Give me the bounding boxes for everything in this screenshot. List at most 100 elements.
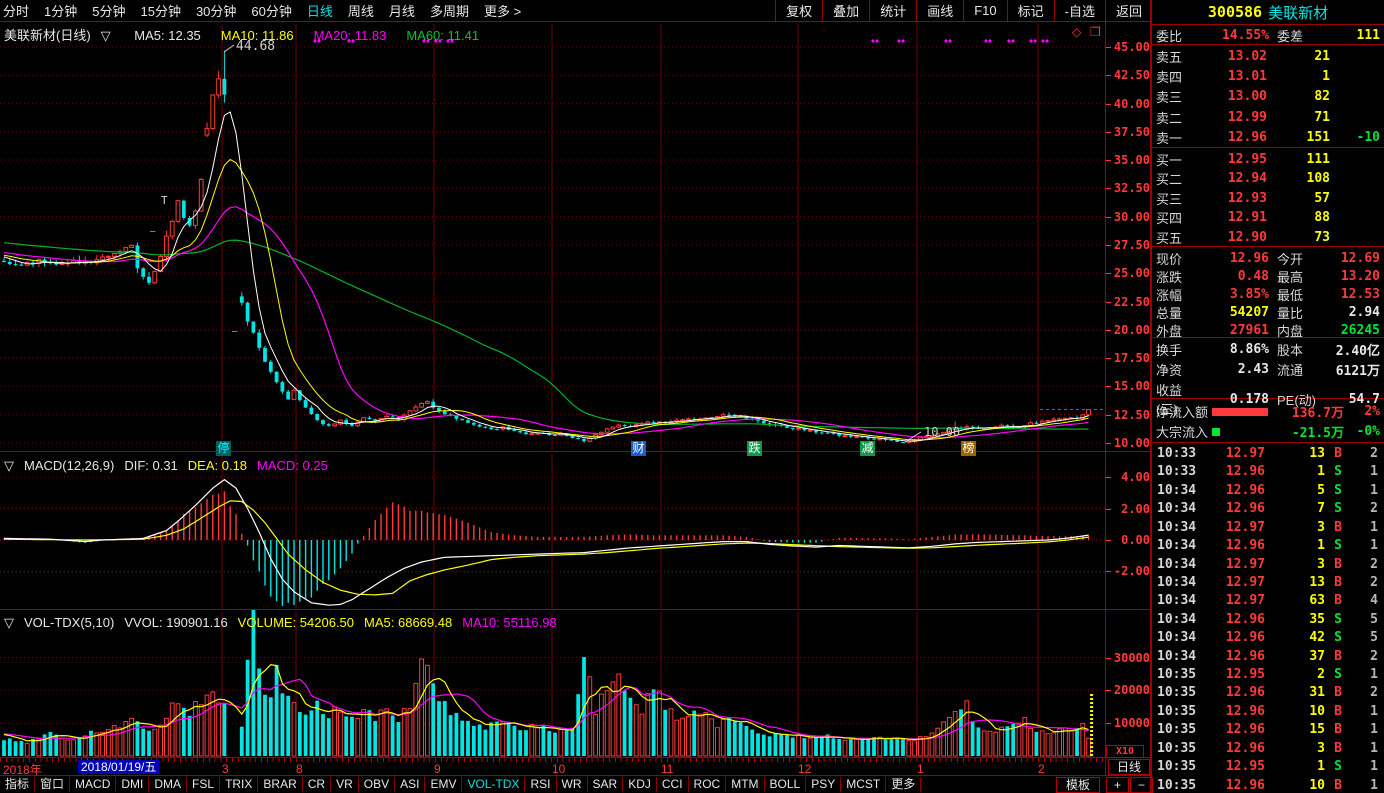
collapse-icon[interactable]: ▽ — [4, 615, 14, 630]
indicator-tab-ASI[interactable]: ASI — [395, 777, 425, 792]
toolbar-button-画线[interactable]: 画线 — [916, 0, 963, 21]
indicator-tab-SAR[interactable]: SAR — [588, 777, 624, 792]
indicator-tab-更多[interactable]: 更多 — [886, 777, 921, 792]
selected-date-box[interactable]: 2018/01/19/五 — [78, 760, 159, 774]
toolbar-button-复权[interactable]: 复权 — [775, 0, 822, 21]
chart-title: 美联新材(日线) — [4, 28, 91, 43]
indicator-tab-FSL[interactable]: FSL — [187, 777, 220, 792]
event-marker[interactable]: 停 — [216, 441, 231, 456]
axis-label: 37.50 — [1106, 125, 1150, 139]
toolbar-button-返回[interactable]: 返回 — [1105, 0, 1152, 21]
inflow-bar — [1212, 408, 1268, 416]
period-tab-更多 >[interactable]: 更多 > — [484, 1, 521, 20]
date-axis: 2018年 2018/01/19/五 38910111212 — [0, 758, 1152, 775]
event-marker[interactable]: 减 — [860, 441, 875, 456]
indicator-tabbar: 指标窗口MACDDMIDMAFSLTRIXBRARCRVROBVASIEMVVO… — [0, 776, 1105, 793]
indicator-value: MA10: 55116.98 — [462, 615, 556, 630]
period-box[interactable]: 日线 — [1108, 759, 1150, 775]
main-candle-chart[interactable]: 44.6810.00T—— — [0, 22, 1152, 451]
info-row: 涨跌0.48最高13.20 — [1152, 267, 1384, 286]
indicator-tab-VR[interactable]: VR — [331, 777, 359, 792]
indicator-value: VOL-TDX(5,10) — [24, 615, 114, 630]
tick-row: 10:3512.9610B1 — [1152, 778, 1384, 793]
ma-value: MA60: 11.41 — [406, 28, 479, 43]
volume-header: ▽VOL-TDX(5,10)VVOL: 190901.16VOLUME: 542… — [4, 615, 567, 631]
fundamental-info: 换手8.86%股本2.40亿净资2.43流通6121万收益(三)0.178PE(… — [1152, 338, 1384, 399]
quote-info: 现价12.96今开12.69涨跌0.48最高13.20涨幅3.85%最低12.5… — [1152, 247, 1384, 338]
indicator-tab-窗口[interactable]: 窗口 — [35, 777, 70, 792]
indicator-tab-TRIX[interactable]: TRIX — [220, 777, 258, 792]
toolbar-button-统计[interactable]: 统计 — [869, 0, 916, 21]
indicator-tab-MTM[interactable]: MTM — [726, 777, 764, 792]
tick-row: 10:3412.973B1 — [1152, 520, 1384, 535]
block-flow-square — [1212, 428, 1220, 436]
collapse-icon[interactable]: ▽ — [101, 28, 111, 43]
indicator-tab-BRAR[interactable]: BRAR — [258, 777, 302, 792]
collapse-icon[interactable]: ▽ — [4, 458, 14, 473]
indicator-tab-BOLL[interactable]: BOLL — [765, 777, 807, 792]
period-tab-月线[interactable]: 月线 — [389, 1, 415, 20]
weicha-value: 111 — [1327, 28, 1384, 43]
event-marker[interactable]: 财 — [631, 441, 646, 456]
axis-label: 45.00 — [1106, 40, 1150, 54]
event-marker[interactable]: 榜 — [961, 441, 976, 456]
zoom-out-button[interactable]: − — [1130, 777, 1153, 793]
indicator-tab-DMI[interactable]: DMI — [116, 777, 149, 792]
toolbar: 分时 1分钟 5分钟 15分钟 30分钟 60分钟日线周线月线多周期更多 > 复权叠加统计… — [0, 0, 1152, 21]
indicator-tab-WR[interactable]: WR — [557, 777, 588, 792]
level-row: 卖三13.0082 — [1152, 87, 1384, 106]
zoom-in-button[interactable]: + — [1106, 777, 1129, 793]
month-label: 11 — [661, 762, 673, 776]
template-button[interactable]: 模板 — [1056, 777, 1100, 793]
period-tab-分时[interactable]: 分时 — [3, 1, 29, 20]
toolbar-button-叠加[interactable]: 叠加 — [822, 0, 869, 21]
indicator-tab-VOL-TDX[interactable]: VOL-TDX — [462, 777, 525, 792]
period-tab-30分钟[interactable]: 30分钟 — [196, 1, 236, 20]
axis-label: 20.00 — [1106, 323, 1150, 337]
indicator-tab-CR[interactable]: CR — [303, 777, 331, 792]
event-marker[interactable]: 跌 — [747, 441, 762, 456]
tick-row: 10:3312.9713B2 — [1152, 446, 1384, 461]
axis-label: 2.00 — [1106, 502, 1150, 516]
indicator-tab-RSI[interactable]: RSI — [525, 777, 556, 792]
stock-header: 300586 美联新材 — [1152, 0, 1384, 25]
indicator-tab-OBV[interactable]: OBV — [359, 777, 395, 792]
indicator-value: MACD: 0.25 — [257, 458, 328, 473]
money-flow-row: 净流入额136.7万2% — [1152, 402, 1384, 421]
tick-row: 10:3512.963B1 — [1152, 741, 1384, 756]
level-row: 卖五13.0221 — [1152, 47, 1384, 66]
indicator-tab-CCI[interactable]: CCI — [657, 777, 689, 792]
indicator-tab-ROC[interactable]: ROC — [689, 777, 727, 792]
indicator-tab-PSY[interactable]: PSY — [806, 777, 841, 792]
svg-text:—: — — [232, 327, 238, 337]
level-row: 买一12.95111 — [1152, 150, 1384, 169]
ma-value: MA5: 12.35 — [134, 28, 201, 43]
toolbar-button--自选[interactable]: -自选 — [1054, 0, 1105, 21]
indicator-tab-MCST[interactable]: MCST — [841, 777, 886, 792]
indicator-tab-EMV[interactable]: EMV — [425, 777, 462, 792]
period-tab-周线[interactable]: 周线 — [348, 1, 374, 20]
axis-label: 20000 — [1106, 683, 1150, 697]
quote-panel: 300586 美联新材 委比 14.55% 委差 111 卖五13.0221卖四… — [1152, 0, 1384, 793]
tick-list[interactable]: 10:3312.9713B210:3312.961S110:3412.965S1… — [1152, 443, 1384, 793]
indicator-tab-DMA[interactable]: DMA — [149, 777, 187, 792]
macd-chart[interactable] — [0, 452, 1152, 609]
toolbar-button-标记[interactable]: 标记 — [1007, 0, 1054, 21]
split-window-icon[interactable]: ❐ — [1090, 25, 1101, 39]
indicator-tab-MACD[interactable]: MACD — [70, 777, 116, 792]
volume-chart[interactable] — [0, 610, 1152, 757]
tick-row: 10:3512.9631B2 — [1152, 685, 1384, 700]
period-tab-15分钟[interactable]: 15分钟 — [140, 1, 180, 20]
indicator-tab-KDJ[interactable]: KDJ — [623, 777, 657, 792]
period-tab-日线[interactable]: 日线 — [307, 1, 333, 20]
period-tab-1分钟[interactable]: 1分钟 — [44, 1, 77, 20]
info-row: 现价12.96今开12.69 — [1152, 249, 1384, 268]
axis-label: 30.00 — [1106, 210, 1150, 224]
period-tab-多周期[interactable]: 多周期 — [430, 1, 469, 20]
period-tab-5分钟[interactable]: 5分钟 — [92, 1, 125, 20]
indicator-value: MA5: 68669.48 — [364, 615, 452, 630]
indicator-tab-指标[interactable]: 指标 — [0, 777, 35, 792]
toolbar-button-F10[interactable]: F10 — [963, 0, 1006, 21]
period-tab-60分钟[interactable]: 60分钟 — [251, 1, 291, 20]
diamond-icon[interactable]: ◇ — [1072, 25, 1081, 39]
